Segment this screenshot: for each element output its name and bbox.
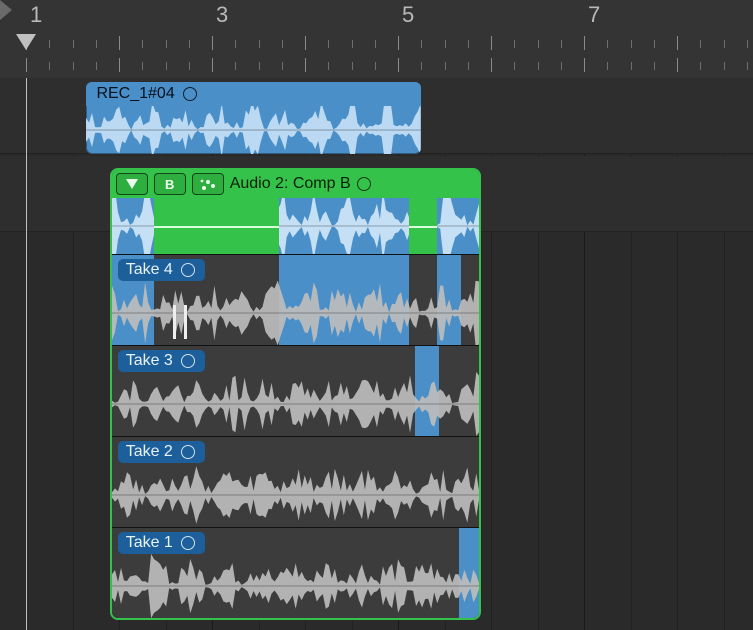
- comp-selector-button[interactable]: B: [154, 173, 186, 195]
- region-header[interactable]: REC_1#04: [86, 82, 421, 106]
- ruler-ticks-lower: [0, 58, 753, 79]
- take-label[interactable]: Take 4: [118, 259, 205, 281]
- take-folder-title: Audio 2: Comp B: [230, 175, 351, 193]
- audio-region[interactable]: REC_1#04: [86, 82, 421, 154]
- comp-segment[interactable]: [409, 198, 437, 254]
- take-waveform: [112, 554, 479, 618]
- take-row[interactable]: Take 1: [112, 527, 479, 618]
- loop-circle-icon[interactable]: [181, 536, 195, 550]
- ruler-bar-number: 5: [402, 2, 415, 28]
- quick-swipe-comping-icon[interactable]: [192, 173, 224, 195]
- playhead-handle-icon[interactable]: [16, 34, 36, 50]
- ruler-bar-number: 1: [30, 2, 43, 28]
- edit-caret-icon[interactable]: [173, 305, 187, 339]
- ruler-bar-number: 3: [216, 2, 229, 28]
- comp-track[interactable]: [112, 198, 479, 254]
- ruler-bar-numbers: 1 3 5 7: [0, 0, 753, 34]
- ruler-bar-number: 7: [588, 2, 601, 28]
- region-waveform: [86, 106, 421, 154]
- take-row[interactable]: Take 4: [112, 254, 479, 345]
- disclosure-triangle-icon[interactable]: [116, 173, 148, 195]
- comp-segment[interactable]: [154, 198, 279, 254]
- take-folder-header[interactable]: B Audio 2: Comp B: [112, 170, 479, 198]
- take-label-text: Take 1: [126, 534, 173, 552]
- take-waveform: [112, 463, 479, 527]
- take-waveform: [112, 281, 479, 345]
- take-label-text: Take 2: [126, 443, 173, 461]
- region-name: REC_1#04: [96, 85, 174, 103]
- comp-selector-label: B: [165, 178, 174, 191]
- loop-circle-icon[interactable]: [183, 87, 197, 101]
- timeline-ruler[interactable]: 1 3 5 7: [0, 0, 753, 79]
- ruler-ticks-upper: [0, 36, 753, 58]
- take-label[interactable]: Take 2: [118, 441, 205, 463]
- playhead-line[interactable]: [26, 78, 27, 630]
- take-label-text: Take 4: [126, 261, 173, 279]
- take-label[interactable]: Take 1: [118, 532, 205, 554]
- take-waveform: [112, 372, 479, 436]
- take-row[interactable]: Take 2: [112, 436, 479, 527]
- loop-circle-icon[interactable]: [357, 177, 371, 191]
- loop-circle-icon[interactable]: [181, 445, 195, 459]
- take-folder[interactable]: B Audio 2: Comp B Take 4 Take 3 Take 2 Take…: [110, 168, 481, 620]
- take-row[interactable]: Take 3: [112, 345, 479, 436]
- loop-circle-icon[interactable]: [181, 354, 195, 368]
- take-label[interactable]: Take 3: [118, 350, 205, 372]
- take-label-text: Take 3: [126, 352, 173, 370]
- loop-circle-icon[interactable]: [181, 263, 195, 277]
